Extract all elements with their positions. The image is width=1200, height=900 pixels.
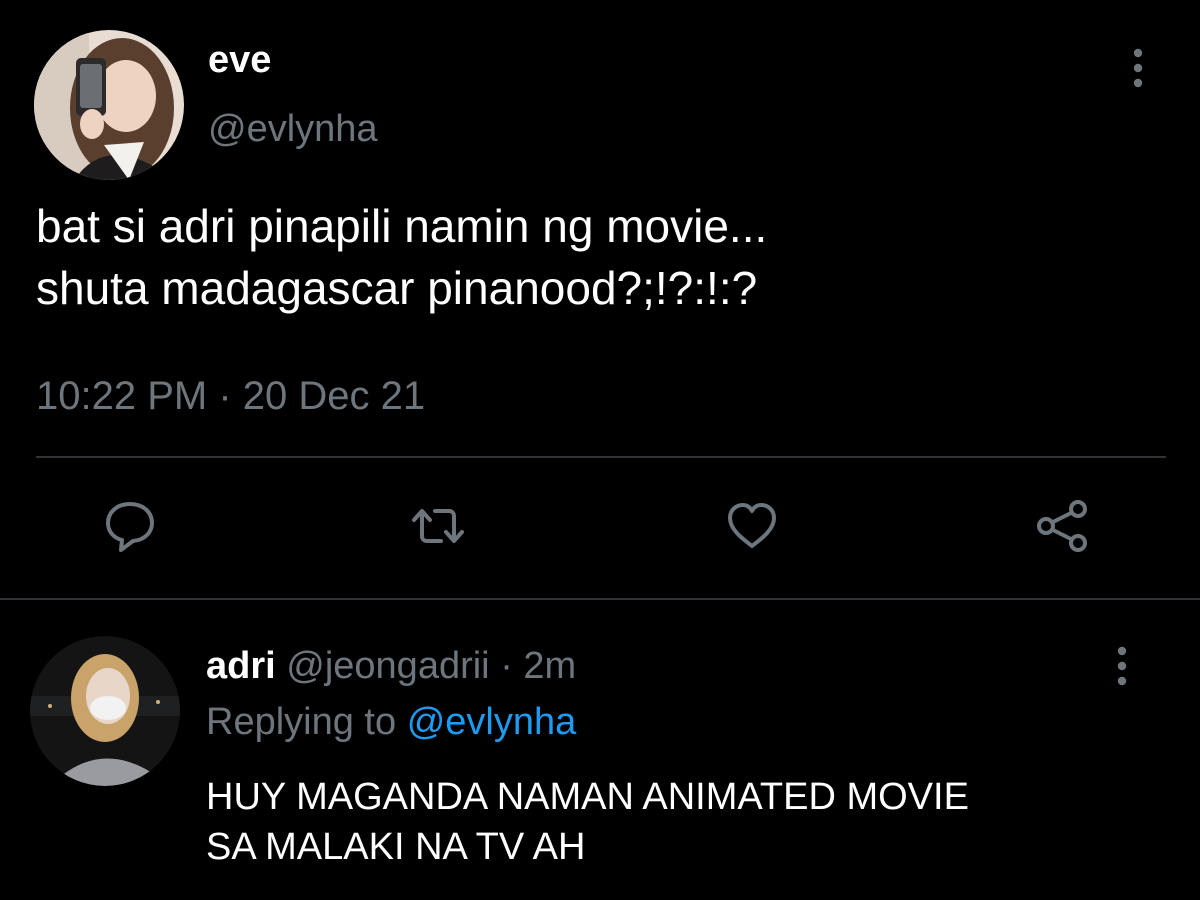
replying-to-line: Replying to @evlynha [206,698,576,746]
divider [0,598,1200,600]
replying-to-label: Replying to [206,701,397,743]
reply-author-name[interactable]: adri [206,645,276,687]
reply-author-avatar[interactable] [30,636,180,786]
avatar-photo [34,30,184,180]
reply-header: adri @jeongadrii · 2m [206,642,576,690]
share-button[interactable] [1032,496,1092,556]
replying-to-handle-link[interactable]: @evlynha [407,701,577,743]
main-tweet-timestamp[interactable]: 10:22 PM · 20 Dec 21 [36,372,425,420]
like-button[interactable] [722,496,782,556]
main-more-button[interactable] [1118,46,1158,90]
main-author-avatar[interactable] [34,30,184,180]
main-author-handle[interactable]: @evlynha [208,106,378,152]
reply-time-ago[interactable]: 2m [523,645,576,687]
reply-tweet-text: HUY MAGANDA NAMAN ANIMATED MOVIE SA MALA… [206,772,1166,872]
main-tweet-text-line: bat si adri pinapili namin ng movie... [36,200,768,252]
reply-icon [106,502,154,552]
reply-button[interactable] [100,496,160,556]
reply-author-handle[interactable]: @jeongadrii [286,645,489,687]
more-vertical-icon [1133,48,1143,88]
heart-icon [728,503,776,548]
reply-tweet-text-line: HUY MAGANDA NAMAN ANIMATED MOVIE [206,776,969,818]
main-author-name[interactable]: eve [208,38,271,82]
share-icon [1037,500,1087,552]
reply-tweet-text-line: SA MALAKI NA TV AH [206,826,586,868]
retweet-icon [412,509,464,543]
more-vertical-icon [1117,646,1127,686]
main-tweet-text-line: shuta madagascar pinanood?;!?:!:? [36,262,758,314]
avatar-photo [30,636,180,786]
reply-separator: · [500,645,513,687]
reply-more-button[interactable] [1102,642,1142,690]
main-tweet-text: bat si adri pinapili namin ng movie... s… [36,195,1166,319]
retweet-button[interactable] [408,496,468,556]
divider [36,456,1166,458]
